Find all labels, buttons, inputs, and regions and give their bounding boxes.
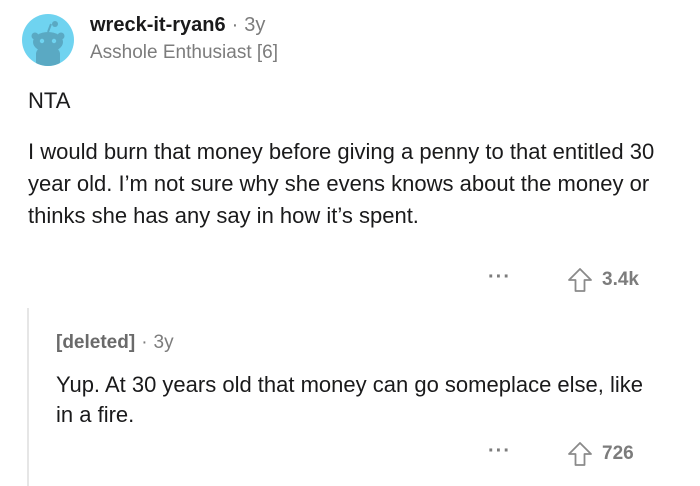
more-options-icon[interactable]: ··· [488,440,511,463]
upvote-arrow-icon [566,440,594,468]
user-flair: Asshole Enthusiast [6] [90,42,278,63]
meta-separator: · [141,332,148,353]
upvote-count: 726 [602,443,634,464]
comment-body: I would burn that money before giving a … [28,139,655,228]
comment-verdict: NTA [28,88,71,113]
reply-body: Yup. At 30 years old that money can go s… [56,372,644,427]
reply-age: 3y [153,332,174,353]
reply-username: [deleted] [56,332,136,353]
upvote-count: 3.4k [602,269,639,290]
username-link[interactable]: wreck-it-ryan6 [90,14,226,36]
reply-vote: 726 [566,440,634,468]
upvote-arrow-icon [566,266,594,294]
thread-line[interactable] [27,308,29,486]
comment-vote: 3.4k [566,266,639,294]
comment-actions: ··· [488,266,511,289]
comment-header: wreck-it-ryan6 · 3y [90,14,265,37]
snoo-avatar-icon [22,14,74,66]
comment-age: 3y [244,14,266,36]
reply-header: [deleted] · 3y [56,332,174,354]
upvote-button[interactable]: 3.4k [566,266,639,294]
reply-actions: ··· [488,440,511,463]
upvote-button[interactable]: 726 [566,440,634,468]
more-options-icon[interactable]: ··· [488,266,511,289]
avatar[interactable] [22,14,74,66]
meta-separator: · [231,14,239,36]
